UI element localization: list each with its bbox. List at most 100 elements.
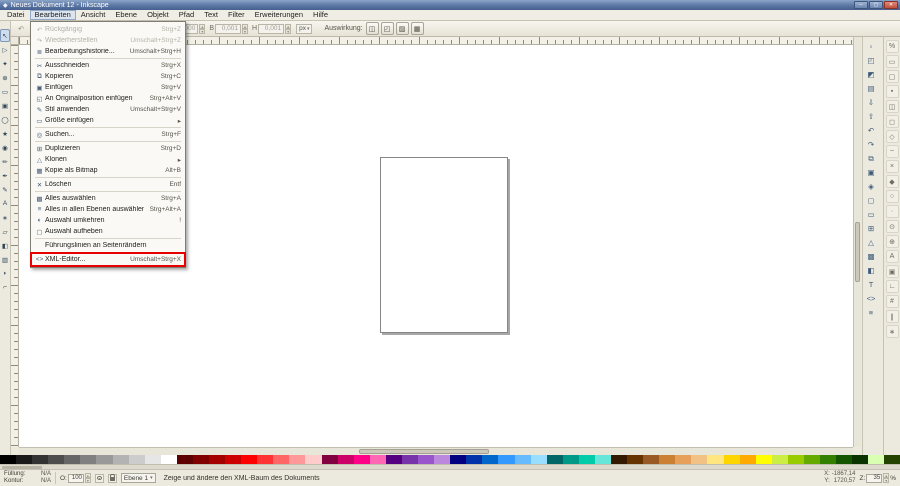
calligraphy-tool[interactable]: ✎ bbox=[0, 183, 10, 196]
dropper-tool[interactable]: ◗ bbox=[0, 267, 10, 280]
new-document-button[interactable]: ▫ bbox=[865, 40, 878, 53]
snap-object-centers-toggle[interactable]: ⊙ bbox=[886, 220, 899, 233]
redo-button[interactable]: ↷ bbox=[865, 138, 878, 151]
palette-swatch[interactable] bbox=[724, 455, 740, 464]
snap-page-corners-toggle[interactable]: ∟ bbox=[886, 280, 899, 293]
snap-guide-intersections-toggle[interactable]: ∗ bbox=[886, 325, 899, 338]
text-tool[interactable]: A bbox=[0, 197, 10, 210]
opacity-spinner[interactable]: ▴▾ bbox=[85, 473, 91, 483]
palette-swatch[interactable] bbox=[338, 455, 354, 464]
palette-swatch[interactable] bbox=[354, 455, 370, 464]
menu-item-klonen[interactable]: △Klonen▸ bbox=[32, 154, 184, 165]
snap-bbox-centers-toggle[interactable]: ◻ bbox=[886, 115, 899, 128]
menu-item-auswahl-aufheben[interactable]: ▢Auswahl aufheben bbox=[32, 226, 184, 237]
scale-rounded-corners-toggle[interactable]: ◰ bbox=[381, 22, 394, 35]
menu-item-suchen[interactable]: ◎Suchen...Strg+F bbox=[32, 129, 184, 140]
clone-button[interactable]: △ bbox=[865, 236, 878, 249]
pencil-tool[interactable]: ✏ bbox=[0, 155, 10, 168]
palette-swatch[interactable] bbox=[579, 455, 595, 464]
export-bitmap-button[interactable]: ⇧ bbox=[865, 110, 878, 123]
palette-swatch[interactable] bbox=[273, 455, 289, 464]
menu-bearbeiten[interactable]: Bearbeiten bbox=[30, 10, 76, 20]
horizontal-scrollbar[interactable] bbox=[19, 447, 853, 455]
snap-path-intersections-toggle[interactable]: × bbox=[886, 160, 899, 173]
palette-swatch[interactable] bbox=[804, 455, 820, 464]
menu-erweiterungen[interactable]: Erweiterungen bbox=[250, 10, 308, 20]
palette-swatch[interactable] bbox=[691, 455, 707, 464]
xml-editor-dialog-button[interactable]: <> bbox=[865, 292, 878, 305]
connector-tool[interactable]: ⌐ bbox=[0, 281, 10, 294]
transform-patterns-toggle[interactable]: ▦ bbox=[411, 22, 424, 35]
unit-selector[interactable]: px ▾ bbox=[296, 24, 312, 34]
menu-item-alles-in-allen-ebenen-auswählen[interactable]: ≡Alles in allen Ebenen auswählenStrg+Alt… bbox=[32, 204, 184, 215]
zoom-spinner[interactable]: ▴▾ bbox=[883, 473, 889, 483]
box-3d-tool[interactable]: ▣ bbox=[0, 99, 10, 112]
open-document-button[interactable]: ◰ bbox=[865, 54, 878, 67]
print-document-button[interactable]: ▤ bbox=[865, 82, 878, 95]
menu-text[interactable]: Text bbox=[199, 10, 223, 20]
palette-swatch[interactable] bbox=[772, 455, 788, 464]
palette-swatch[interactable] bbox=[161, 455, 177, 464]
snap-smooth-nodes-toggle[interactable]: ○ bbox=[886, 190, 899, 203]
palette-swatch[interactable] bbox=[209, 455, 225, 464]
snap-text-baselines-toggle[interactable]: A bbox=[886, 250, 899, 263]
palette-swatch[interactable] bbox=[498, 455, 514, 464]
rectangle-tool[interactable]: ▭ bbox=[0, 85, 10, 98]
palette-swatch[interactable] bbox=[386, 455, 402, 464]
menu-item-kopie-als-bitmap[interactable]: ▦Kopie als BitmapAlt+B bbox=[32, 165, 184, 176]
palette-swatch[interactable] bbox=[322, 455, 338, 464]
field-spinner[interactable]: ▴▾ bbox=[285, 24, 291, 34]
fill-stroke-dialog-button[interactable]: ◧ bbox=[865, 264, 878, 277]
spiral-tool[interactable]: ◉ bbox=[0, 141, 10, 154]
palette-swatch[interactable] bbox=[48, 455, 64, 464]
palette-swatch[interactable] bbox=[482, 455, 498, 464]
align-dialog-button[interactable]: ≡ bbox=[865, 306, 878, 319]
field-b-input[interactable]: 0,001 bbox=[215, 24, 241, 34]
palette-swatch[interactable] bbox=[305, 455, 321, 464]
palette-swatch[interactable] bbox=[225, 455, 241, 464]
snap-bbox-edge-midpoints-toggle[interactable]: ◫ bbox=[886, 100, 899, 113]
palette-swatch[interactable] bbox=[707, 455, 723, 464]
paint-bucket-tool[interactable]: ◧ bbox=[0, 239, 10, 252]
palette-swatch[interactable] bbox=[418, 455, 434, 464]
palette-swatch[interactable] bbox=[868, 455, 884, 464]
palette-swatch[interactable] bbox=[820, 455, 836, 464]
menu-filter[interactable]: Filter bbox=[223, 10, 250, 20]
minimize-button[interactable]: ─ bbox=[854, 1, 868, 9]
scale-stroke-width-toggle[interactable]: ◫ bbox=[366, 22, 379, 35]
palette-swatch[interactable] bbox=[563, 455, 579, 464]
palette-swatch[interactable] bbox=[740, 455, 756, 464]
palette-swatch[interactable] bbox=[852, 455, 868, 464]
palette-swatch[interactable] bbox=[177, 455, 193, 464]
palette-swatch[interactable] bbox=[32, 455, 48, 464]
menu-ebene[interactable]: Ebene bbox=[110, 10, 142, 20]
menu-datei[interactable]: Datei bbox=[2, 10, 30, 20]
palette-swatch[interactable] bbox=[659, 455, 675, 464]
menu-item-bearbeitungshistorie[interactable]: ≣Bearbeitungshistorie...Umschalt+Strg+H bbox=[32, 46, 184, 57]
palette-swatch[interactable] bbox=[450, 455, 466, 464]
ruler-vertical[interactable] bbox=[11, 45, 19, 447]
menu-item-einfügen[interactable]: ▣EinfügenStrg+V bbox=[32, 82, 184, 93]
zoom-selection-button[interactable]: ◈ bbox=[865, 180, 878, 193]
zoom-page-button[interactable]: ▭ bbox=[865, 208, 878, 221]
menu-item-löschen[interactable]: ✕LöschenEntf bbox=[32, 179, 184, 190]
field-spinner[interactable]: ▴▾ bbox=[199, 24, 205, 34]
maximize-button[interactable]: ▢ bbox=[869, 1, 883, 9]
palette-swatch[interactable] bbox=[241, 455, 257, 464]
menu-item-größe-einfügen[interactable]: ▭Größe einfügen▸ bbox=[32, 115, 184, 126]
duplicate-button[interactable]: ⊞ bbox=[865, 222, 878, 235]
menu-item-duplizieren[interactable]: ⊞DuplizierenStrg+D bbox=[32, 143, 184, 154]
undo-button[interactable]: ↶ bbox=[865, 124, 878, 137]
menu-ansicht[interactable]: Ansicht bbox=[76, 10, 111, 20]
horizontal-scrollbar-thumb[interactable] bbox=[359, 449, 489, 454]
snap-guides-toggle[interactable]: ∥ bbox=[886, 310, 899, 323]
zoom-input[interactable]: 35 bbox=[866, 474, 882, 483]
menu-item-alles-auswählen[interactable]: ▩Alles auswählenStrg+A bbox=[32, 193, 184, 204]
field-spinner[interactable]: ▴▾ bbox=[242, 24, 248, 34]
palette-swatch[interactable] bbox=[64, 455, 80, 464]
palette-swatch[interactable] bbox=[370, 455, 386, 464]
palette-swatch[interactable] bbox=[515, 455, 531, 464]
selector-tool[interactable]: ↖ bbox=[0, 29, 10, 42]
snap-rotation-centers-toggle[interactable]: ⊕ bbox=[886, 235, 899, 248]
palette-swatch[interactable] bbox=[595, 455, 611, 464]
